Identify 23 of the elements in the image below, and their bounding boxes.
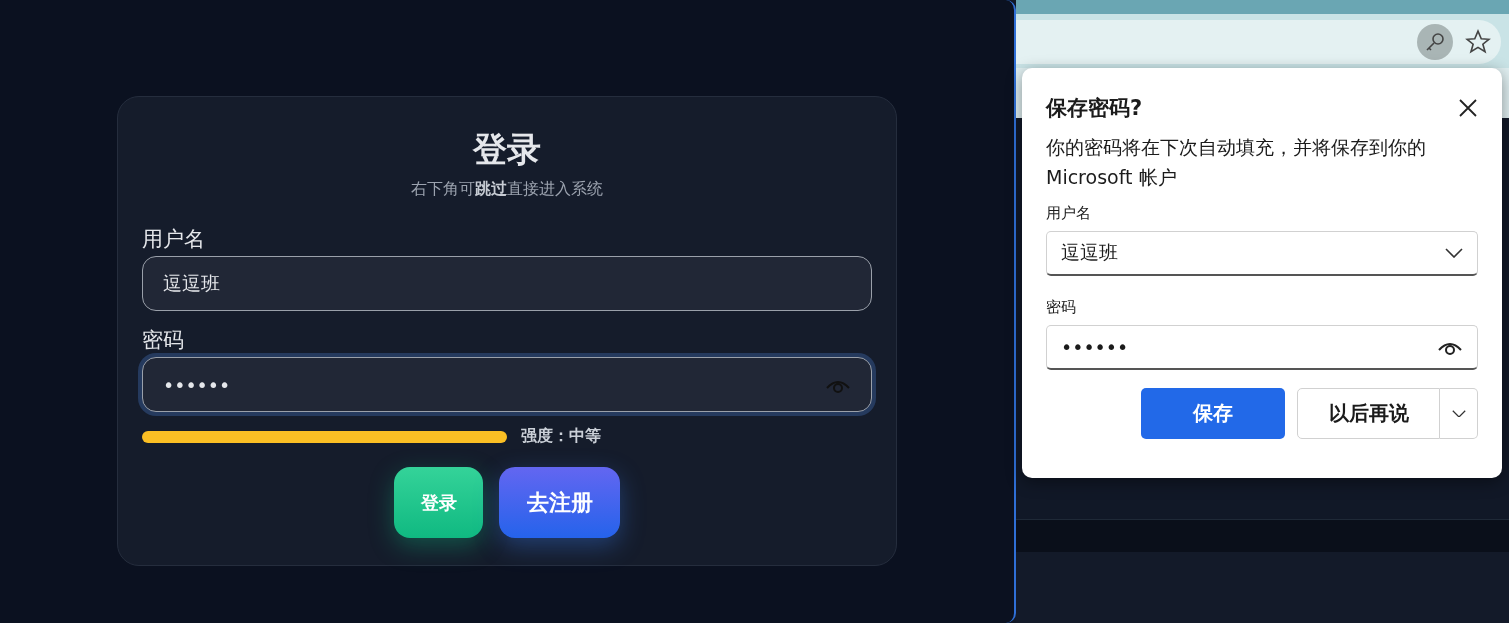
save-button[interactable]: 保存 (1141, 388, 1285, 439)
chevron-down-icon (1445, 248, 1463, 258)
strength-text: 强度：中等 (521, 426, 601, 447)
password-label: 密码 (1046, 298, 1077, 317)
username-label: 用户名 (1046, 204, 1092, 223)
not-now-button[interactable]: 以后再说 (1297, 388, 1440, 439)
chevron-down-icon (1451, 409, 1466, 418)
close-button[interactable] (1458, 98, 1478, 118)
password-field[interactable]: •••••• (1046, 325, 1478, 370)
dialog-message: 你的密码将在下次自动填充，并将保存到你的 Microsoft 帐户 (1046, 135, 1427, 190)
username-select[interactable]: 逗逗班 (1046, 231, 1478, 276)
favorite-button[interactable] (1465, 29, 1491, 55)
key-icon (1424, 31, 1446, 53)
close-icon (1458, 98, 1478, 118)
username-label: 用户名 (142, 226, 205, 252)
username-field[interactable]: 逗逗班 (142, 256, 872, 311)
login-subtitle: 右下角可跳过直接进入系统 (410, 179, 604, 200)
register-button[interactable]: 去注册 (499, 467, 620, 538)
login-title: 登录 (471, 128, 542, 171)
password-label: 密码 (142, 327, 184, 353)
key-button[interactable] (1417, 24, 1453, 60)
dialog-title: 保存密码? (1046, 95, 1143, 122)
star-icon (1465, 29, 1491, 55)
